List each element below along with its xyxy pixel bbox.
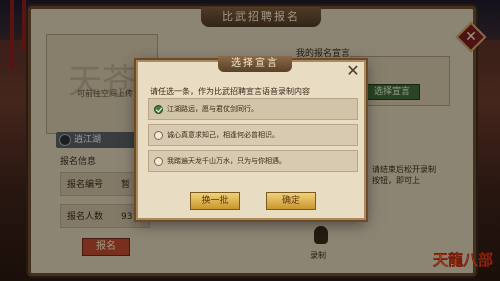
- option-text: 诚心真意求知己，相逢何必曾相识。: [167, 131, 279, 139]
- option-text: 江湖路远，愿与君仗剑同行。: [167, 105, 258, 113]
- dialog-title: 选择宣言: [218, 56, 292, 72]
- dialog-close-icon[interactable]: ✕: [344, 62, 362, 80]
- radio-checked-icon: [154, 105, 163, 114]
- logo-text: 天龍八部: [433, 251, 493, 269]
- declaration-option[interactable]: 诚心真意求知己，相逢何必曾相识。: [148, 124, 358, 146]
- confirm-button[interactable]: 确定: [266, 192, 316, 210]
- declaration-option[interactable]: 我踏遍天龙千山万水，只为与你相遇。: [148, 150, 358, 172]
- option-text: 我踏遍天龙千山万水，只为与你相遇。: [167, 157, 286, 165]
- game-logo: 天龍八部: [432, 251, 493, 270]
- swap-button[interactable]: 换一批: [190, 192, 240, 210]
- dialog-prompt: 请任选一条，作为比武招聘宣言语音录制内容: [150, 87, 310, 96]
- radio-icon: [154, 157, 163, 166]
- choose-declaration-dialog: 选择宣言 ✕ 请任选一条，作为比武招聘宣言语音录制内容 江湖路远，愿与君仗剑同行…: [136, 56, 368, 220]
- dialog-buttons: 换一批 确定: [138, 190, 368, 214]
- declaration-options: 江湖路远，愿与君仗剑同行。 诚心真意求知己，相逢何必曾相识。 我踏遍天龙千山万水…: [148, 98, 358, 176]
- radio-icon: [154, 131, 163, 140]
- declaration-option[interactable]: 江湖路远，愿与君仗剑同行。: [148, 98, 358, 120]
